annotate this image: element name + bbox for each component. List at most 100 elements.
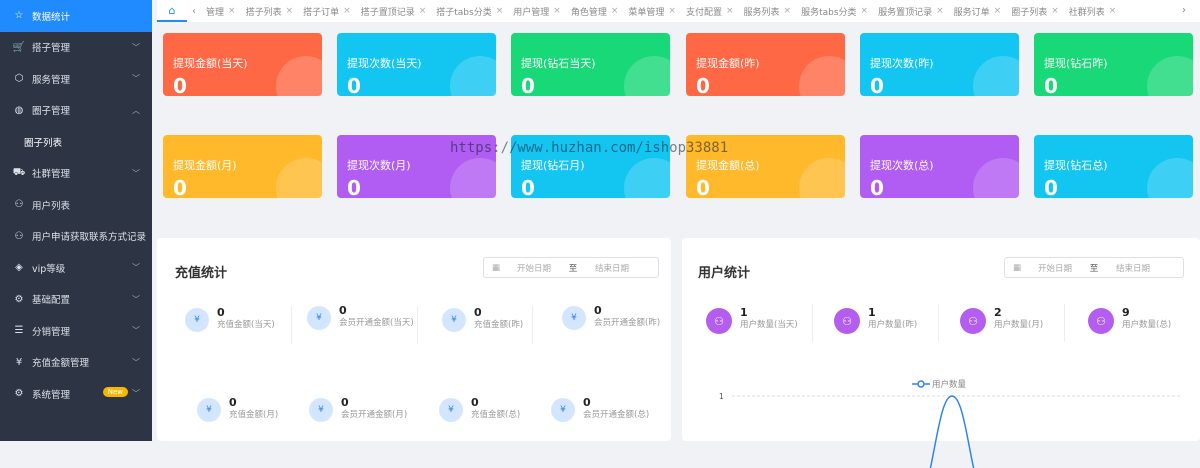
- sidebar: ☆ 数据统计 🛒 搭子管理 ﹀ ⬡ 服务管理 ﹀ ◍ 圈子管理 ︿ 圈子列表 ⛟ 社群管理 ﹀ ⚇ 用户列表 ⚇ 用…: [0, 0, 152, 441]
- sidebar-item[interactable]: ⬡ 服务管理 ﹀: [0, 63, 152, 95]
- box-icon: ⬡: [14, 73, 24, 85]
- sidebar-item[interactable]: ◈ vip等级 ﹀: [0, 252, 152, 284]
- sidebar-item[interactable]: ⚙ 基础配置 ﹀: [0, 284, 152, 316]
- wallet-icon: ¥: [309, 398, 333, 422]
- tab[interactable]: 角色管理 ×: [566, 5, 624, 18]
- stat-card: 提现次数(月) 0: [337, 135, 496, 198]
- cube-icon: ◈: [15, 262, 23, 274]
- y-tick-label: 1: [719, 392, 724, 401]
- stat-card: 提现(钻石月) 0: [511, 135, 670, 198]
- tab-label: 管理: [206, 7, 225, 18]
- tab-home[interactable]: ⌂: [157, 0, 187, 22]
- user-icon: ⚇: [1088, 308, 1114, 334]
- user-stat: ⚇ 2 用户数量(月): [960, 306, 1043, 334]
- chevron-down-icon: ﹀: [132, 357, 140, 367]
- tab[interactable]: 服务tabs分类 ×: [796, 5, 873, 18]
- close-icon[interactable]: ×: [611, 6, 619, 16]
- tab-scroll-right[interactable]: ›: [1168, 0, 1200, 22]
- stat-number: 0: [474, 306, 482, 319]
- sidebar-item[interactable]: ⚇ 用户列表: [0, 189, 152, 221]
- gear-icon: ⚙: [14, 388, 24, 400]
- tab[interactable]: 搭子列表 ×: [241, 5, 299, 18]
- wallet-icon: ¥: [442, 308, 466, 332]
- stat-label: 会员开通金额(总): [583, 410, 650, 420]
- user-icon: ⚇: [834, 308, 860, 334]
- recharge-stat: ¥0 会员开通金额(昨): [562, 304, 660, 330]
- tab[interactable]: 服务列表 ×: [739, 5, 797, 18]
- sidebar-item[interactable]: ⚇ 用户申请获取联系方式记录: [0, 221, 152, 253]
- tab[interactable]: 支付配置 ×: [681, 5, 739, 18]
- stat-label: 会员开通金额(昨): [594, 318, 661, 328]
- recharge-panel: 充值统计 ▦ 开始日期 至 结束日期 ¥0 充值金额(当天) ¥0 会员开通金额(当天…: [157, 238, 671, 441]
- stat-label: 用户数量(当天): [740, 320, 798, 330]
- palette-icon: ◍: [14, 104, 24, 116]
- divider: [291, 306, 292, 344]
- tab[interactable]: 管理 ×: [201, 5, 241, 18]
- stat-card: 提现(钻石总) 0: [1034, 135, 1193, 198]
- recharge-date-range[interactable]: ▦ 开始日期 至 结束日期: [483, 257, 659, 278]
- tab[interactable]: 搭子订单 ×: [298, 5, 356, 18]
- tab[interactable]: 搭子置顶记录 ×: [356, 5, 432, 18]
- stat-card: 提现金额(昨) 0: [686, 33, 845, 96]
- divider: [1064, 304, 1065, 342]
- start-date-input[interactable]: 开始日期: [1025, 262, 1085, 274]
- close-icon[interactable]: ×: [343, 6, 351, 16]
- close-icon[interactable]: ×: [1051, 6, 1059, 16]
- stat-card: 提现金额(总) 0: [686, 135, 845, 198]
- close-icon[interactable]: ×: [668, 6, 676, 16]
- tab-label: 用户管理: [513, 7, 550, 18]
- tab[interactable]: 用户管理 ×: [508, 5, 566, 18]
- close-icon[interactable]: ×: [286, 6, 294, 16]
- sidebar-item[interactable]: ⚙ 系统管理 New ﹀: [0, 378, 152, 410]
- close-icon[interactable]: ×: [784, 6, 792, 16]
- end-date-input[interactable]: 结束日期: [1103, 262, 1163, 274]
- close-icon[interactable]: ×: [1109, 6, 1117, 16]
- tab-bar: ⌂ ‹ 管理 × 搭子列表 × 搭子订单 × 搭子置顶记录 × 搭子tabs分类 × 用户管理 × 角色…: [157, 0, 1200, 22]
- sidebar-item[interactable]: ⛟ 社群管理 ﹀: [0, 158, 152, 190]
- users-line-chart: 用户数量 1: [719, 379, 1182, 468]
- close-icon[interactable]: ×: [994, 6, 1002, 16]
- stat-number: 1: [868, 306, 876, 319]
- tab-label: 搭子置顶记录: [360, 7, 415, 18]
- sidebar-item-label: vip等级: [32, 263, 66, 275]
- tab[interactable]: 社群列表 ×: [1064, 5, 1122, 18]
- calendar-icon: ▦: [492, 262, 501, 273]
- sidebar-item[interactable]: 🛒 搭子管理 ﹀: [0, 32, 152, 64]
- legend-label: 用户数量: [932, 379, 967, 390]
- sidebar-item-label: 圈子管理: [32, 106, 71, 118]
- tab[interactable]: 服务置顶记录 ×: [873, 5, 949, 18]
- tab[interactable]: 菜单管理 ×: [623, 5, 681, 18]
- stat-number: 0: [471, 396, 479, 409]
- stat-number: 1: [740, 306, 748, 319]
- sidebar-item[interactable]: ☆ 数据统计: [0, 0, 152, 32]
- stat-label: 用户数量(总): [1122, 320, 1172, 330]
- close-icon[interactable]: ×: [726, 6, 734, 16]
- legend-marker: [917, 380, 925, 388]
- tab[interactable]: 搭子tabs分类 ×: [431, 5, 508, 18]
- tab[interactable]: 圈子列表 ×: [1006, 5, 1064, 18]
- close-icon[interactable]: ×: [553, 6, 561, 16]
- close-icon[interactable]: ×: [228, 6, 236, 16]
- tab-scroll-left[interactable]: ‹: [187, 6, 201, 17]
- close-icon[interactable]: ×: [936, 6, 944, 16]
- users-date-range[interactable]: ▦ 开始日期 至 结束日期: [1004, 257, 1184, 278]
- sidebar-item-label: 系统管理: [32, 389, 71, 401]
- sidebar-item[interactable]: ☰ 分销管理 ﹀: [0, 315, 152, 347]
- stat-label: 用户数量(昨): [868, 320, 918, 330]
- close-icon[interactable]: ×: [419, 6, 427, 16]
- sidebar-item[interactable]: 圈子列表: [0, 126, 152, 158]
- sidebar-item-label: 圈子列表: [24, 137, 63, 149]
- tab[interactable]: 服务订单 ×: [949, 5, 1007, 18]
- recharge-stat: ¥0 充值金额(当天): [185, 306, 275, 332]
- end-date-input[interactable]: 结束日期: [582, 262, 642, 274]
- start-date-input[interactable]: 开始日期: [504, 262, 564, 274]
- stat-card: 提现(钻石当天) 0: [511, 33, 670, 96]
- recharge-stat: ¥0 充值金额(昨): [442, 306, 523, 332]
- close-icon[interactable]: ×: [496, 6, 504, 16]
- sidebar-item[interactable]: ¥ 充值金额管理 ﹀: [0, 347, 152, 379]
- sidebar-item-label: 搭子管理: [32, 43, 71, 55]
- sidebar-item[interactable]: ◍ 圈子管理 ︿: [0, 95, 152, 127]
- close-icon[interactable]: ×: [861, 6, 869, 16]
- recharge-stat: ¥0 充值金额(总): [439, 396, 520, 422]
- chevron-down-icon: ﹀: [132, 42, 140, 52]
